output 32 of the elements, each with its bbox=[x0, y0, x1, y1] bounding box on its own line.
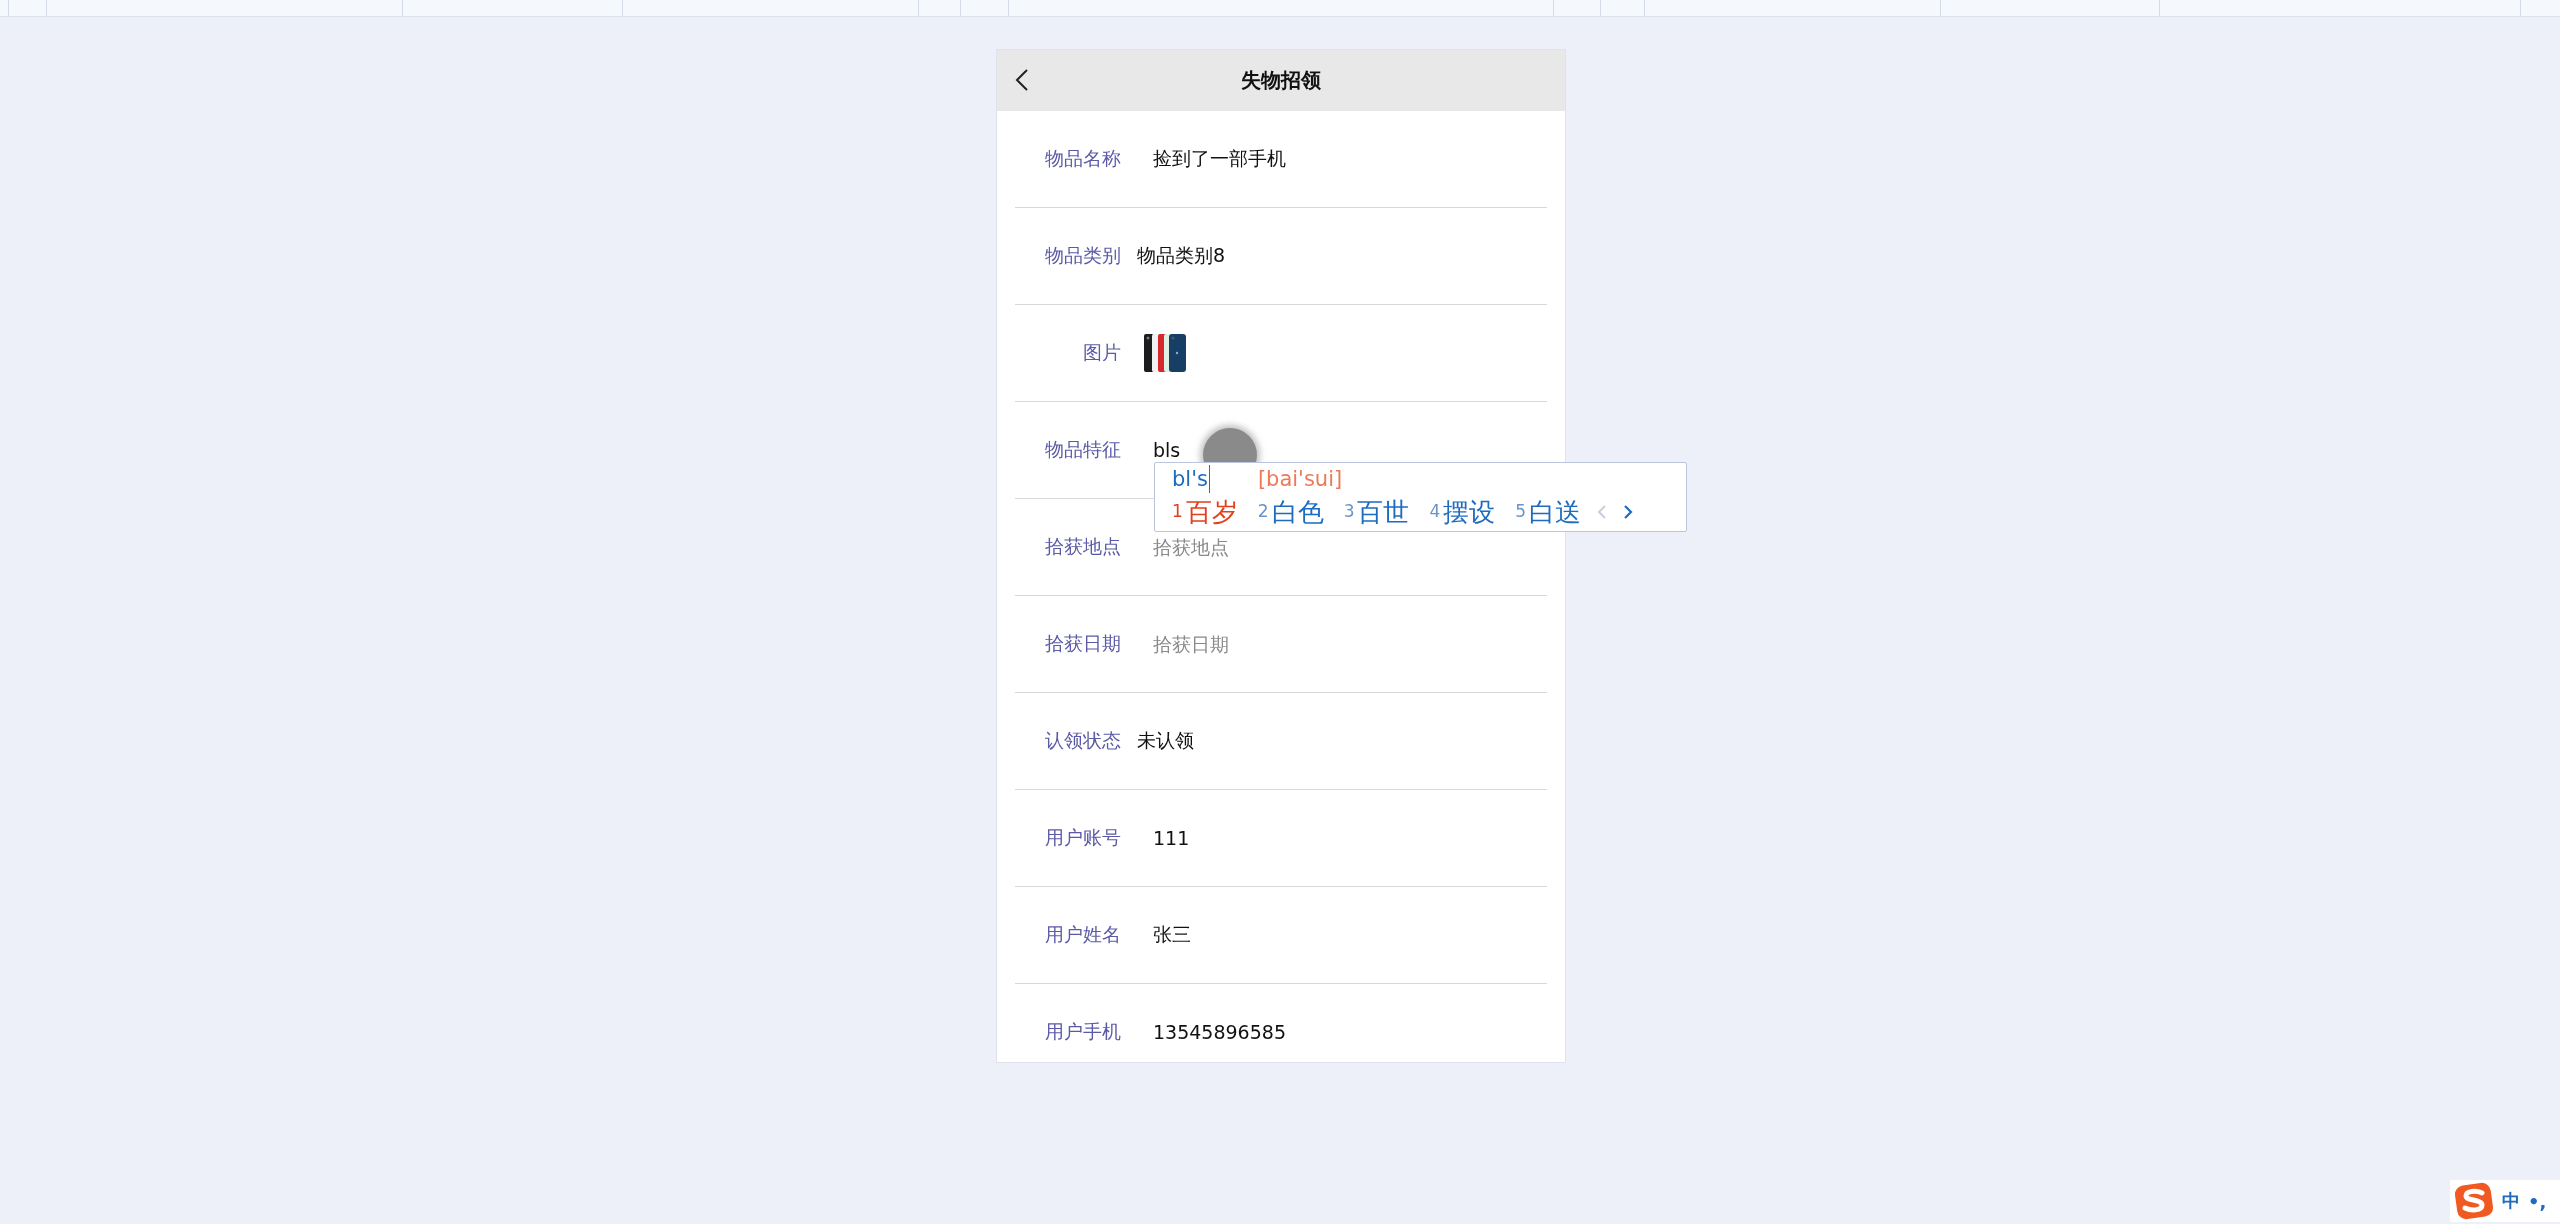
field-label: 拾获日期 bbox=[1044, 631, 1121, 656]
input-field[interactable]: 111 bbox=[1153, 827, 1453, 849]
input-field[interactable]: 张三 bbox=[1153, 924, 1453, 946]
input-field[interactable]: 捡到了一部手机 bbox=[1153, 148, 1453, 170]
next-page-icon[interactable] bbox=[1623, 503, 1634, 520]
ime-candidate[interactable]: $^{5}$ 白送 bbox=[1515, 493, 1582, 530]
ime-composition: bl's bbox=[1172, 465, 1210, 493]
ime-candidate[interactable]: $^{2}$ 白色 bbox=[1257, 493, 1324, 530]
ime-pinyin: [bai'sui] bbox=[1257, 466, 1343, 493]
ime-mode[interactable]: 中 bbox=[2502, 1189, 2520, 1213]
field-value: 物品类别8 bbox=[1137, 243, 1226, 268]
field-value: 未认领 bbox=[1137, 728, 1194, 753]
input-field[interactable]: 13545896585 bbox=[1153, 1021, 1453, 1043]
field-label: 物品特征 bbox=[1044, 437, 1121, 462]
input-field[interactable]: 拾获地点 bbox=[1153, 536, 1453, 558]
field-label: 图片 bbox=[1082, 340, 1121, 365]
field-label: 拾获地点 bbox=[1044, 534, 1121, 559]
input-field[interactable]: bls bbox=[1153, 439, 1453, 461]
ime-candidate[interactable]: $^{1}$ 百岁 bbox=[1172, 493, 1238, 530]
back-icon bbox=[1015, 68, 1029, 92]
ime-logo-icon[interactable] bbox=[2454, 1182, 2494, 1220]
field-label: 物品名称 bbox=[1044, 146, 1121, 171]
field-label: 物品类别 bbox=[1044, 243, 1121, 268]
field-label: 认领状态 bbox=[1044, 728, 1121, 753]
field-label: 用户姓名 bbox=[1044, 922, 1121, 947]
field-label: 用户账号 bbox=[1044, 825, 1121, 850]
page-title: 失物招领 bbox=[1241, 67, 1321, 94]
ime-candidate[interactable]: $^{4}$摆设 bbox=[1429, 493, 1496, 530]
ime-punctuation[interactable]: •, bbox=[2528, 1190, 2547, 1212]
ime-candidate[interactable]: $^{3}$ 百世 bbox=[1343, 493, 1410, 530]
field-label: 用户手机 bbox=[1044, 1019, 1121, 1044]
input-field[interactable]: 拾获日期 bbox=[1153, 633, 1453, 655]
